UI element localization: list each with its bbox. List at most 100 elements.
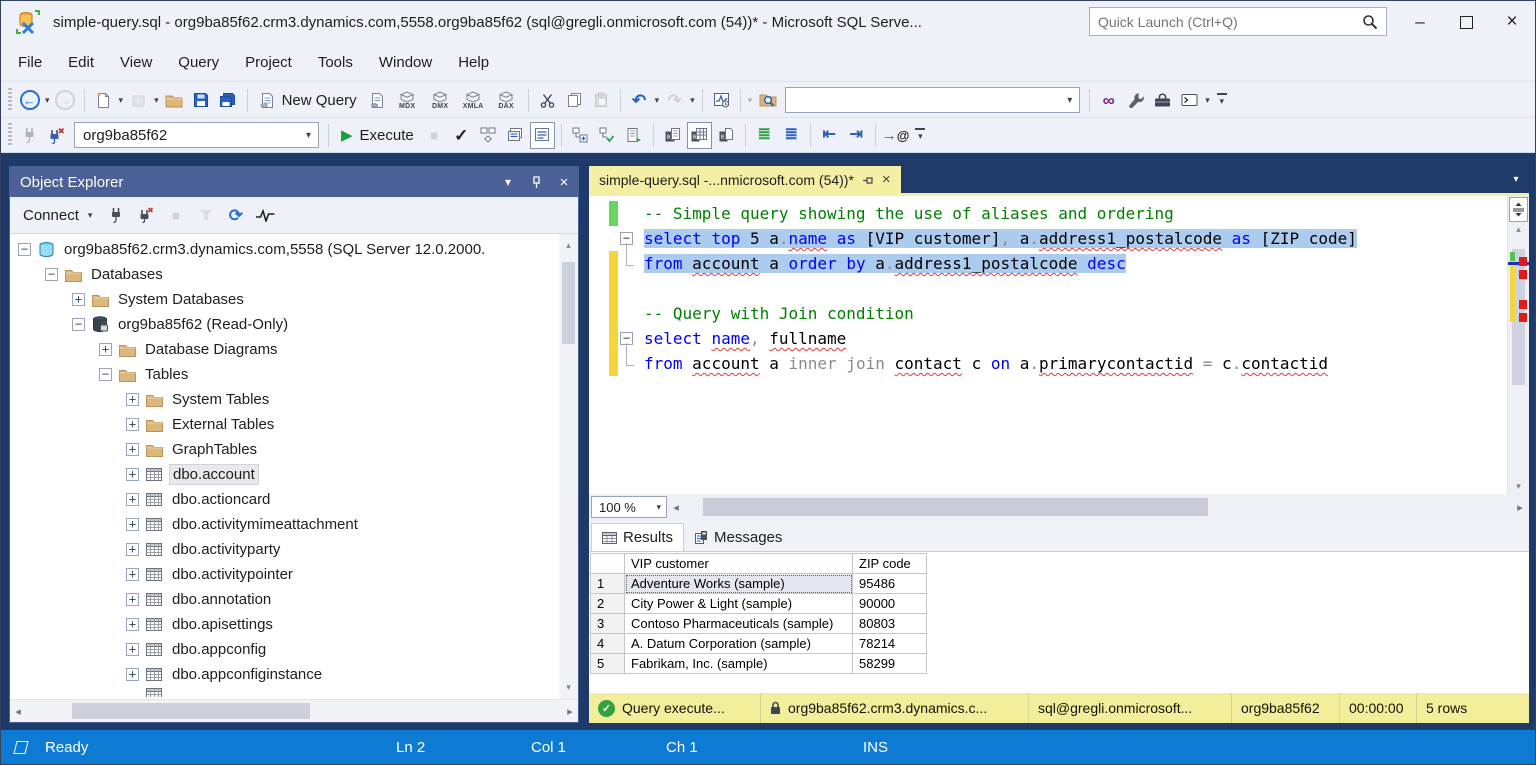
vs-launch-button[interactable]: ∞ (1096, 86, 1121, 114)
results-to-text-button[interactable]: 01 (660, 121, 685, 149)
redo-dropdown-caret[interactable]: ▾ (690, 95, 695, 106)
tree-item-label[interactable]: org9ba85f62 (Read-Only) (115, 315, 291, 334)
row-number-cell[interactable]: 1 (591, 574, 625, 594)
sqlcmd-mode-button[interactable] (622, 121, 647, 149)
database-combo-caret[interactable]: ▾ (299, 130, 318, 141)
toolbar1-overflow-button[interactable]: ▾ (1212, 93, 1232, 107)
tree-item-label[interactable]: GraphTables (169, 440, 260, 459)
collapse-icon[interactable]: − (45, 268, 58, 281)
code-line[interactable]: −select name, fullname (589, 326, 1508, 351)
editor-hscrollbar-thumb[interactable] (703, 498, 1208, 516)
row-number-cell[interactable]: 3 (591, 614, 625, 634)
search-icon[interactable] (1354, 14, 1386, 30)
tree-item[interactable]: +dbo.activitypointer (10, 562, 559, 587)
include-client-statistics-button[interactable] (595, 121, 620, 149)
tree-item[interactable]: −org9ba85f62.crm3.dynamics.com,5558 (SQL… (10, 237, 559, 262)
database-engine-query-button[interactable] (365, 86, 390, 114)
expand-icon[interactable]: + (126, 543, 139, 556)
find-combo-caret[interactable]: ▾ (1060, 95, 1079, 106)
scroll-down-icon[interactable]: ▾ (1508, 481, 1529, 492)
close-icon[interactable]: × (550, 167, 578, 197)
paste-button[interactable] (589, 86, 614, 114)
tree-item[interactable]: +dbo.actioncard (10, 487, 559, 512)
tab-results[interactable]: Results (591, 523, 684, 551)
split-editor-handle[interactable] (1509, 197, 1528, 222)
scroll-right-icon[interactable]: ▸ (1511, 501, 1529, 514)
grid-corner-cell[interactable] (591, 554, 625, 574)
refresh-button[interactable]: ⟳ (223, 201, 248, 229)
find-combo[interactable]: ▾ (785, 87, 1080, 113)
uncomment-selection-button[interactable]: ≣ (779, 121, 804, 149)
expand-icon[interactable]: + (126, 643, 139, 656)
decrease-indent-button[interactable]: ⇤ (817, 121, 842, 149)
expand-icon[interactable]: + (126, 468, 139, 481)
code-text[interactable]: from account a order by a.address1_posta… (644, 254, 1126, 273)
filter-button[interactable] (193, 201, 218, 229)
tree-scrollbar-thumb[interactable] (562, 262, 575, 344)
expand-icon[interactable]: + (126, 418, 139, 431)
scrollbar-track[interactable] (1508, 240, 1529, 476)
xmla-query-button[interactable]: XMLA (458, 86, 489, 114)
zip-code-cell[interactable]: 90000 (853, 594, 927, 614)
zip-code-cell[interactable]: 95486 (853, 574, 927, 594)
minimize-icon[interactable]: – (1397, 1, 1443, 43)
expand-icon[interactable]: + (126, 618, 139, 631)
vip-customer-cell[interactable]: Contoso Pharmaceuticals (sample) (625, 614, 853, 634)
expand-icon[interactable]: + (99, 343, 112, 356)
pin-icon[interactable] (522, 167, 550, 197)
tree-item-label[interactable]: dbo.appconfig (169, 640, 269, 659)
tree-item[interactable]: − Tables (10, 362, 559, 387)
maximize-icon[interactable] (1443, 1, 1489, 43)
grid-column-header[interactable]: VIP customer (625, 554, 853, 574)
tree-item[interactable]: +dbo.annotation (10, 587, 559, 612)
expand-icon[interactable]: + (126, 668, 139, 681)
collapse-icon[interactable]: − (99, 368, 112, 381)
zip-code-cell[interactable]: 80803 (853, 614, 927, 634)
editor-vertical-scrollbar[interactable]: ▴ ▾ (1507, 196, 1529, 494)
code-line[interactable]: −select top 5 a.name as [VIP customer], … (589, 226, 1508, 251)
vip-customer-cell[interactable]: A. Datum Corporation (sample) (625, 634, 853, 654)
menu-view[interactable]: View (107, 43, 165, 81)
execute-button[interactable]: ▶ Execute (334, 121, 421, 149)
copy-button[interactable] (562, 86, 587, 114)
scroll-down-icon[interactable]: ▾ (559, 682, 578, 693)
object-explorer-titlebar[interactable]: Object Explorer ▾ × (10, 167, 578, 197)
tree-item[interactable]: −org9ba85f62 (Read-Only) (10, 312, 559, 337)
code-text[interactable]: select top 5 a.name as [VIP customer], a… (644, 229, 1357, 248)
toolbar-grip[interactable] (8, 123, 12, 147)
navigate-forward-button[interactable]: → (53, 86, 78, 114)
grid-column-header[interactable]: ZIP code (853, 554, 927, 574)
mdx-query-button[interactable]: MDX (392, 86, 423, 114)
results-to-grid-button[interactable]: 01 (687, 122, 712, 149)
scroll-up-icon[interactable]: ▴ (559, 240, 578, 251)
row-number-cell[interactable]: 5 (591, 654, 625, 674)
vip-customer-cell[interactable]: City Power & Light (sample) (625, 594, 853, 614)
menu-edit[interactable]: Edit (55, 43, 107, 81)
tree-item[interactable]: + dbo.appconfig (10, 637, 559, 662)
dax-query-button[interactable]: DAX (491, 86, 522, 114)
document-tab[interactable]: simple-query.sql -...nmicrosoft.com (54)… (589, 166, 901, 193)
tree-item-label[interactable]: Tables (142, 365, 191, 384)
tree-item-label[interactable]: Databases (88, 265, 166, 284)
scroll-right-icon[interactable]: ▸ (562, 700, 578, 722)
expand-icon[interactable]: + (126, 568, 139, 581)
activity-monitor-button[interactable] (709, 86, 734, 114)
command-window-dropdown-caret[interactable]: ▾ (1205, 95, 1210, 106)
navigate-back-button[interactable]: ← (17, 86, 42, 114)
expand-icon[interactable]: + (126, 493, 139, 506)
tree-item[interactable] (10, 687, 559, 697)
tree-item-label[interactable]: System Tables (169, 390, 272, 409)
dmx-query-button[interactable]: DMX (425, 86, 456, 114)
menu-help[interactable]: Help (445, 43, 502, 81)
back-dropdown-caret[interactable]: ▾ (45, 95, 50, 106)
menu-project[interactable]: Project (232, 43, 305, 81)
code-line[interactable]: -- Query with Join condition (589, 301, 1508, 326)
vip-customer-cell[interactable]: Adventure Works (sample) (625, 574, 853, 594)
zip-code-cell[interactable]: 78214 (853, 634, 927, 654)
tree-item-label[interactable]: Database Diagrams (142, 340, 281, 359)
tree-item[interactable]: +System Tables (10, 387, 559, 412)
collapse-icon[interactable]: − (18, 243, 31, 256)
stop-button[interactable]: ■ (163, 201, 188, 229)
undo-dropdown-caret[interactable]: ▾ (655, 95, 660, 106)
redo-button[interactable]: ↷ (662, 86, 687, 114)
